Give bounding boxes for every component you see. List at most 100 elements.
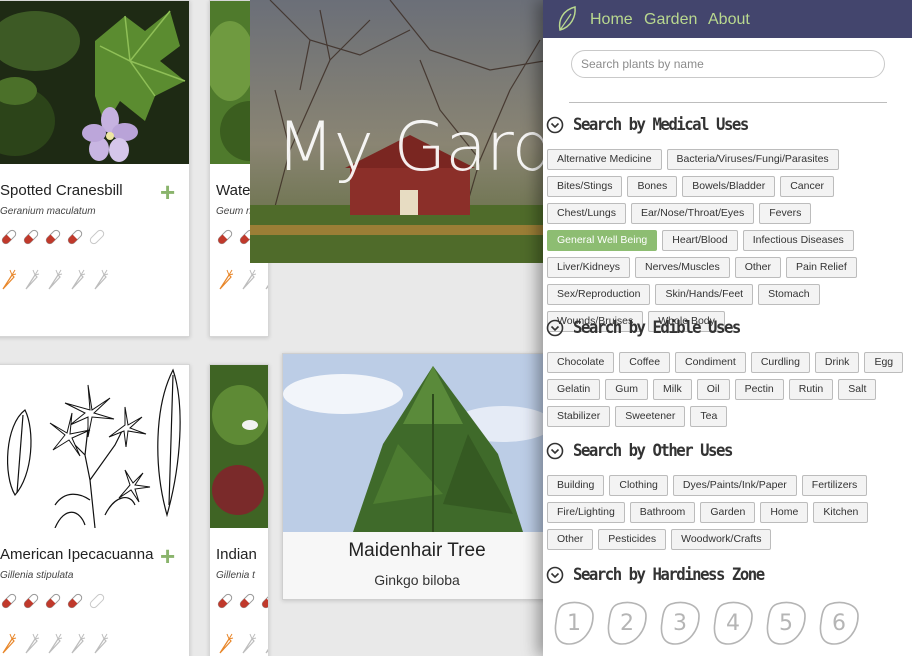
- featured-plant-card[interactable]: Maidenhair Tree Ginkgo biloba: [282, 353, 552, 600]
- filter-tag[interactable]: Salt: [838, 379, 877, 400]
- medical-uses-tags: Alternative Medicine Bacteria/Viruses/Fun…: [547, 149, 912, 332]
- filter-tag[interactable]: Pectin: [734, 379, 784, 400]
- filter-tag[interactable]: Condiment: [675, 352, 746, 373]
- medical-uses-toggle[interactable]: Search by Medical Uses: [546, 115, 763, 135]
- carrot-icon: [219, 633, 234, 654]
- filter-tag[interactable]: Egg: [864, 352, 904, 373]
- nav-garden-link[interactable]: Garden: [644, 11, 697, 29]
- filter-tag[interactable]: Tea: [690, 406, 728, 427]
- carrot-icon: [242, 269, 257, 290]
- filter-tag[interactable]: General Well Being: [547, 230, 658, 251]
- filter-tag[interactable]: Building: [547, 475, 605, 496]
- divider: [569, 102, 887, 103]
- filter-tag[interactable]: Bowels/Bladder: [682, 176, 776, 197]
- plant-card-indian-physic[interactable]: Indian Gillenia t: [209, 364, 269, 656]
- pill-icon: [89, 593, 105, 609]
- zone-number: 4: [726, 611, 740, 636]
- section-title: Search by Edible Uses: [573, 318, 741, 338]
- medical-rating: [0, 228, 106, 246]
- hardiness-zone-button[interactable]: 4: [712, 600, 754, 646]
- filter-tag[interactable]: Stomach: [758, 284, 820, 305]
- filter-tag[interactable]: Nerves/Muscles: [635, 257, 730, 278]
- zone-number: 5: [779, 611, 793, 636]
- filter-tag[interactable]: Home: [760, 502, 809, 523]
- nav-about-link[interactable]: About: [708, 11, 750, 29]
- hardiness-zone-button[interactable]: 6: [818, 600, 860, 646]
- filter-tag[interactable]: Bacteria/Viruses/Fungi/Parasites: [666, 149, 839, 170]
- chevron-down-circle-icon: [546, 319, 564, 337]
- filter-tag[interactable]: Clothing: [609, 475, 668, 496]
- carrot-icon: [219, 269, 234, 290]
- leaf-logo-icon[interactable]: [556, 5, 578, 33]
- pill-icon: [1, 593, 17, 609]
- filter-tag[interactable]: Pain Relief: [785, 257, 857, 278]
- filter-tag[interactable]: Bones: [627, 176, 678, 197]
- other-uses-toggle[interactable]: Search by Other Uses: [546, 441, 746, 461]
- filter-tag[interactable]: Chest/Lungs: [547, 203, 626, 224]
- filter-tag[interactable]: Garden: [700, 502, 756, 523]
- chevron-down-circle-icon: [546, 442, 564, 460]
- filter-tag[interactable]: Other: [547, 529, 594, 550]
- edible-uses-toggle[interactable]: Search by Edible Uses: [546, 318, 754, 338]
- other-uses-tags: Building Clothing Dyes/Paints/Ink/Paper Fer…: [547, 475, 912, 550]
- filter-tag[interactable]: Fire/Lighting: [547, 502, 625, 523]
- filter-tag[interactable]: Bites/Stings: [547, 176, 623, 197]
- medical-rating: [216, 592, 268, 610]
- filter-tag[interactable]: Curdling: [750, 352, 810, 373]
- carrot-icon: [94, 633, 109, 654]
- plant-name[interactable]: American Ipecacuanna: [0, 546, 153, 563]
- filter-tag[interactable]: Heart/Blood: [662, 230, 738, 251]
- hardiness-zone-toggle[interactable]: Search by Hardiness Zone: [546, 565, 780, 585]
- nav-home-link[interactable]: Home: [590, 11, 633, 29]
- pill-icon: [67, 593, 83, 609]
- filter-tag[interactable]: Other: [734, 257, 781, 278]
- filter-tag[interactable]: Milk: [653, 379, 692, 400]
- plant-card-american-ipecacuanna[interactable]: American Ipecacuanna Gillenia stipulata …: [0, 364, 190, 656]
- filter-tag[interactable]: Stabilizer: [547, 406, 611, 427]
- filter-tag[interactable]: Cancer: [780, 176, 835, 197]
- navbar: Home Garden About: [543, 0, 912, 38]
- filter-tag[interactable]: Oil: [696, 379, 730, 400]
- hardiness-zone-button[interactable]: 1: [553, 600, 595, 646]
- filter-tag[interactable]: Sweetener: [615, 406, 686, 427]
- hardiness-zone-button[interactable]: 2: [606, 600, 648, 646]
- plant-name[interactable]: Wate: [216, 182, 250, 199]
- pill-icon: [89, 229, 105, 245]
- pill-icon: [261, 593, 268, 609]
- carrot-icon: [48, 269, 63, 290]
- pill-icon: [67, 229, 83, 245]
- filter-tag[interactable]: Infectious Diseases: [742, 230, 854, 251]
- hardiness-zone-button[interactable]: 5: [765, 600, 807, 646]
- plant-card-spotted-cranesbill[interactable]: Spotted Cranesbill Geranium maculatum +: [0, 0, 190, 337]
- filter-tag[interactable]: Pesticides: [598, 529, 667, 550]
- hardiness-zone-button[interactable]: 3: [659, 600, 701, 646]
- carrot-icon: [265, 648, 268, 654]
- filter-tag[interactable]: Bathroom: [629, 502, 696, 523]
- filter-tag[interactable]: Dyes/Paints/Ink/Paper: [672, 475, 797, 496]
- add-to-garden-button[interactable]: +: [160, 179, 175, 205]
- add-to-garden-button[interactable]: +: [160, 543, 175, 569]
- carrot-icon: [25, 269, 40, 290]
- filter-tag[interactable]: Coffee: [619, 352, 671, 373]
- section-title: Search by Other Uses: [573, 441, 733, 461]
- plant-name[interactable]: Spotted Cranesbill: [0, 182, 123, 199]
- filter-tag[interactable]: Liver/Kidneys: [547, 257, 631, 278]
- featured-plant-name[interactable]: Maidenhair Tree: [283, 540, 551, 562]
- filter-tag[interactable]: Rutin: [788, 379, 834, 400]
- filter-tag[interactable]: Ear/Nose/Throat/Eyes: [630, 203, 755, 224]
- filter-tag[interactable]: Fertilizers: [801, 475, 868, 496]
- filter-tag[interactable]: Drink: [814, 352, 860, 373]
- filter-tag[interactable]: Gum: [605, 379, 649, 400]
- plant-search-input[interactable]: [571, 50, 885, 78]
- filter-tag[interactable]: Gelatin: [547, 379, 601, 400]
- filter-tag[interactable]: Woodwork/Crafts: [671, 529, 772, 550]
- filter-tag[interactable]: Kitchen: [813, 502, 869, 523]
- plant-name[interactable]: Indian: [216, 546, 257, 563]
- filter-tag[interactable]: Fevers: [759, 203, 812, 224]
- filter-tag[interactable]: Chocolate: [547, 352, 615, 373]
- filter-tag[interactable]: Skin/Hands/Feet: [655, 284, 754, 305]
- zone-number: 1: [567, 611, 581, 636]
- filter-tag[interactable]: Alternative Medicine: [547, 149, 662, 170]
- filter-tag[interactable]: Sex/Reproduction: [547, 284, 651, 305]
- featured-plant-photo: [283, 354, 551, 532]
